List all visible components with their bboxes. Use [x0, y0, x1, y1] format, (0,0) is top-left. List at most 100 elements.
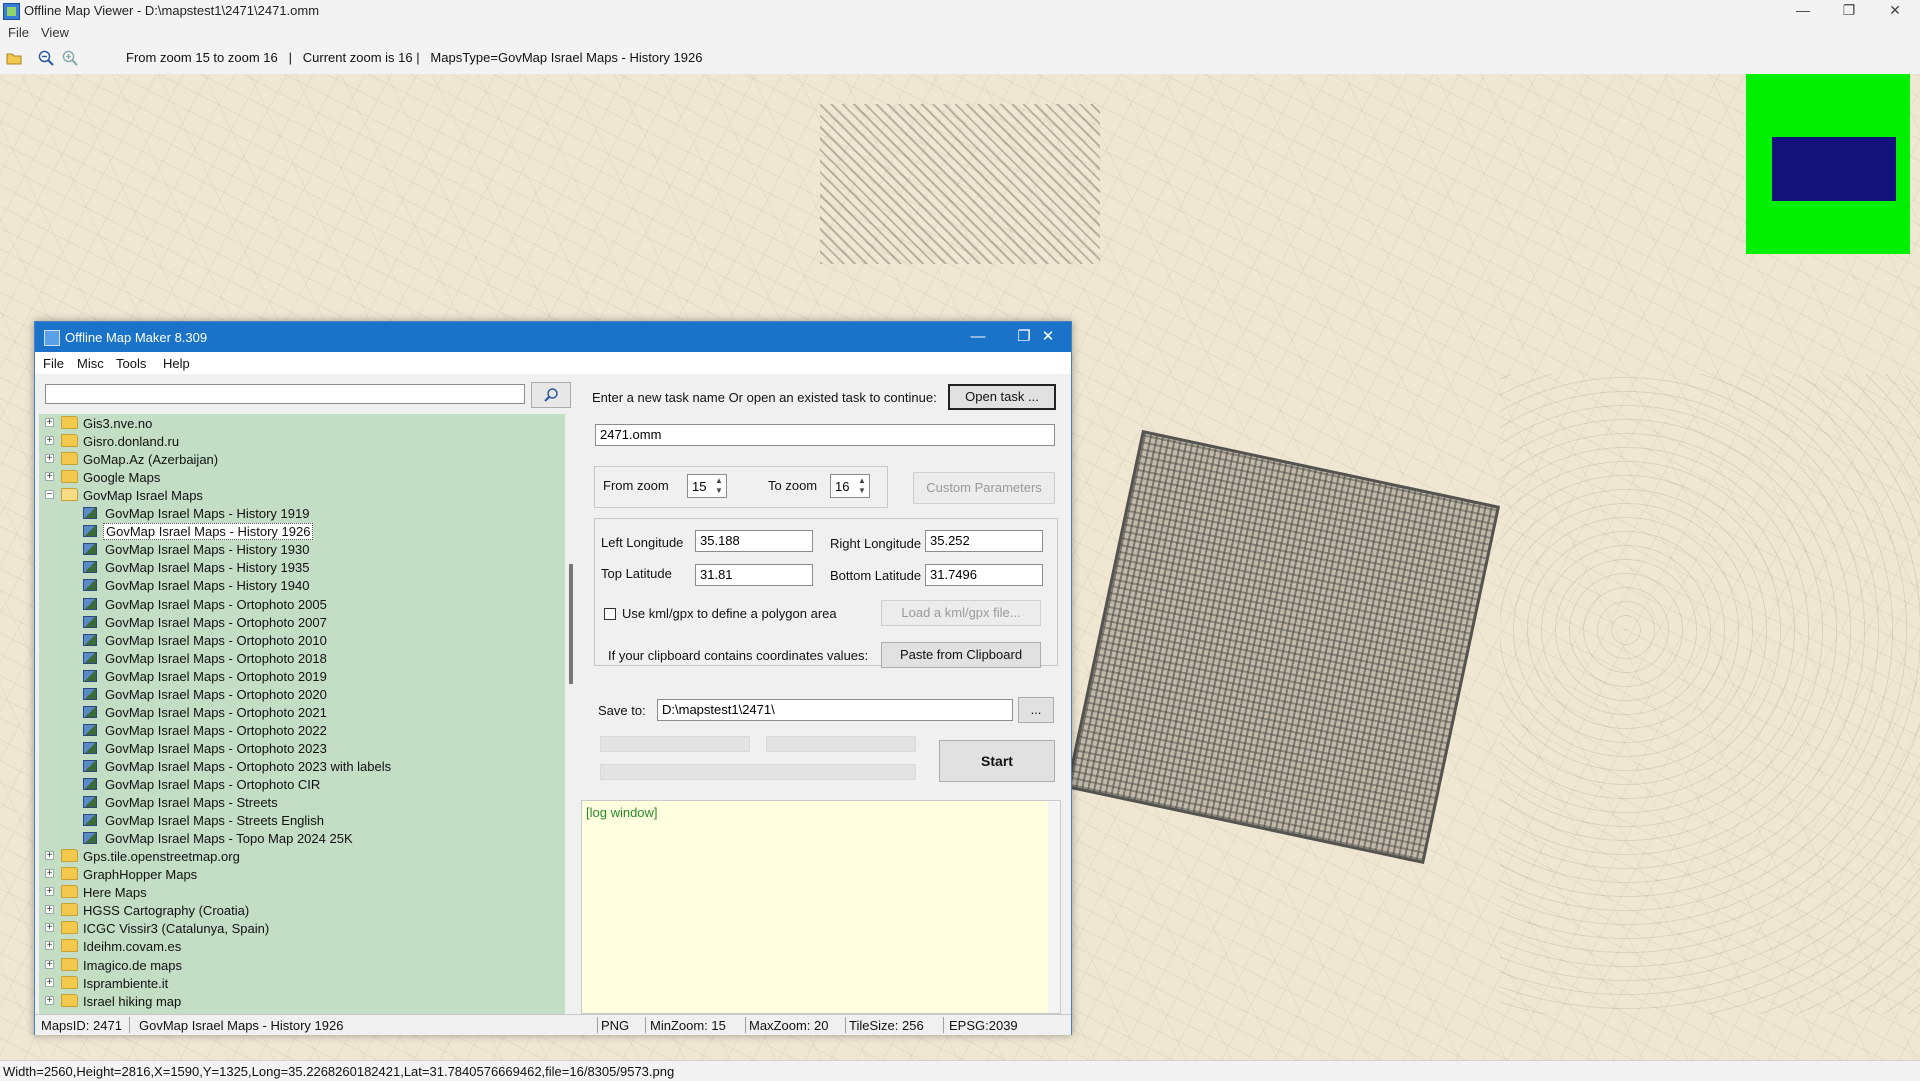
- tree-item[interactable]: GovMap Israel Maps - Ortophoto 2023 with…: [39, 757, 565, 775]
- expand-icon[interactable]: +: [45, 959, 54, 969]
- tree-item[interactable]: + Ideihm.covam.es: [39, 937, 565, 955]
- expand-icon[interactable]: +: [45, 923, 54, 933]
- from-zoom-stepper[interactable]: 15 ▲ ▼: [687, 474, 727, 498]
- tree-item[interactable]: + Gis3.nve.no: [39, 414, 565, 432]
- open-folder-icon[interactable]: [6, 50, 22, 66]
- tree-item[interactable]: + Imagico.de maps: [39, 956, 565, 974]
- menu-view[interactable]: View: [41, 25, 69, 40]
- expand-icon[interactable]: +: [45, 977, 54, 987]
- custom-parameters-button[interactable]: Custom Parameters: [913, 472, 1055, 504]
- dialog-menu-misc[interactable]: Misc: [77, 356, 104, 371]
- expand-icon[interactable]: +: [45, 436, 54, 446]
- tree-item[interactable]: GovMap Israel Maps - History 1940: [39, 576, 565, 594]
- expand-icon[interactable]: +: [45, 418, 54, 428]
- tree-item[interactable]: + Israel hiking map: [39, 992, 565, 1010]
- dialog-minimize-button[interactable]: —: [955, 322, 1001, 352]
- top-latitude-input[interactable]: 31.81: [695, 564, 813, 586]
- save-path-input[interactable]: D:\mapstest1\2471\: [657, 699, 1013, 721]
- from-zoom-down-icon[interactable]: ▼: [713, 486, 725, 496]
- minimap-viewport[interactable]: [1772, 137, 1896, 201]
- log-window[interactable]: [log window]: [581, 800, 1061, 1014]
- tree-item[interactable]: GovMap Israel Maps - History 1919: [39, 504, 565, 522]
- tree-item[interactable]: GovMap Israel Maps - Ortophoto 2007: [39, 613, 565, 631]
- start-button[interactable]: Start: [939, 740, 1055, 782]
- dialog-close-button[interactable]: ✕: [1025, 322, 1071, 352]
- map-east-hills: [1500, 374, 1920, 1014]
- expand-icon[interactable]: +: [45, 887, 54, 897]
- tree-item[interactable]: + GoMap.Az (Azerbaijan): [39, 450, 565, 468]
- expand-icon[interactable]: +: [45, 472, 54, 482]
- collapse-icon[interactable]: −: [45, 490, 54, 500]
- zoom-in-icon[interactable]: [62, 50, 78, 66]
- menu-file[interactable]: File: [8, 25, 29, 40]
- tree-item[interactable]: GovMap Israel Maps - Ortophoto 2023: [39, 739, 565, 757]
- to-zoom-down-icon[interactable]: ▼: [856, 486, 868, 496]
- tree-item[interactable]: + Gisro.donland.ru: [39, 432, 565, 450]
- tree-item[interactable]: GovMap Israel Maps - Ortophoto 2022: [39, 721, 565, 739]
- status-separator: [845, 1017, 846, 1033]
- bottom-latitude-input[interactable]: 31.7496: [925, 564, 1043, 586]
- left-longitude-input[interactable]: 35.188: [695, 530, 813, 552]
- progress-bar-2: [766, 736, 916, 752]
- tree-item[interactable]: + Google Maps: [39, 468, 565, 486]
- tree-item[interactable]: GovMap Israel Maps - Ortophoto 2018: [39, 649, 565, 667]
- tree-item[interactable]: GovMap Israel Maps - Ortophoto 2021: [39, 703, 565, 721]
- kml-polygon-checkbox[interactable]: [604, 608, 616, 620]
- tree-item[interactable]: GovMap Israel Maps - Ortophoto 2019: [39, 667, 565, 685]
- tree-item[interactable]: + ICGC Vissir3 (Catalunya, Spain): [39, 919, 565, 937]
- expand-icon[interactable]: +: [45, 905, 54, 915]
- maximize-button[interactable]: ❐: [1826, 0, 1872, 22]
- to-zoom-stepper[interactable]: 16 ▲ ▼: [830, 474, 870, 498]
- expand-icon[interactable]: +: [45, 454, 54, 464]
- zoom-out-icon[interactable]: [38, 50, 54, 66]
- dialog-menu-help[interactable]: Help: [163, 356, 190, 371]
- expand-icon[interactable]: +: [45, 851, 54, 861]
- tree-item-label: GovMap Israel Maps - History 1930: [105, 542, 310, 558]
- tree-item[interactable]: GovMap Israel Maps - Ortophoto CIR: [39, 775, 565, 793]
- tree-item[interactable]: GovMap Israel Maps - Streets English: [39, 811, 565, 829]
- map-source-tree[interactable]: + Gis3.nve.no + Gisro.donland.ru + GoMap.Az (…: [39, 414, 565, 1014]
- dialog-menu-tools[interactable]: Tools: [116, 356, 146, 371]
- tree-item[interactable]: GovMap Israel Maps - History 1935: [39, 558, 565, 576]
- tree-item[interactable]: GovMap Israel Maps - History 1930: [39, 540, 565, 558]
- tree-item-label: GovMap Israel Maps - Ortophoto 2023: [105, 740, 327, 756]
- minimap[interactable]: [1746, 74, 1910, 254]
- minimize-button[interactable]: —: [1780, 0, 1826, 22]
- tree-item[interactable]: GovMap Israel Maps - Ortophoto 2020: [39, 685, 565, 703]
- tree-item[interactable]: GovMap Israel Maps - Ortophoto 2010: [39, 631, 565, 649]
- tree-item[interactable]: − GovMap Israel Maps: [39, 486, 565, 504]
- tree-item-label: ICGC Vissir3 (Catalunya, Spain): [83, 921, 270, 937]
- paste-clipboard-button[interactable]: Paste from Clipboard: [881, 642, 1041, 668]
- expand-icon[interactable]: +: [45, 995, 54, 1005]
- tree-item[interactable]: GovMap Israel Maps - Topo Map 2024 25K: [39, 829, 565, 847]
- search-icon: [544, 388, 558, 402]
- tree-item[interactable]: GovMap Israel Maps - History 1926: [39, 522, 565, 541]
- tree-item-label: Isprambiente.it: [83, 975, 169, 991]
- log-scrollbar[interactable]: [1048, 801, 1060, 1013]
- folder-icon: [61, 434, 78, 448]
- tree-scroll-thumb[interactable]: [569, 564, 573, 684]
- tree-item[interactable]: GovMap Israel Maps - Ortophoto 2005: [39, 595, 565, 613]
- search-button[interactable]: [531, 382, 571, 408]
- tree-item[interactable]: + GraphHopper Maps: [39, 865, 565, 883]
- map-search-input[interactable]: [45, 384, 525, 404]
- expand-icon[interactable]: +: [45, 869, 54, 879]
- tree-scrollbar[interactable]: [567, 414, 575, 1014]
- load-kml-button[interactable]: Load a kml/gpx file...: [881, 600, 1041, 626]
- tree-item[interactable]: + Gps.tile.openstreetmap.org: [39, 847, 565, 865]
- to-zoom-up-icon[interactable]: ▲: [856, 476, 868, 486]
- right-longitude-input[interactable]: 35.252: [925, 530, 1043, 552]
- from-zoom-up-icon[interactable]: ▲: [713, 476, 725, 486]
- expand-icon[interactable]: +: [45, 941, 54, 951]
- tree-item[interactable]: + Here Maps: [39, 883, 565, 901]
- open-task-button[interactable]: Open task ...: [948, 384, 1056, 410]
- tree-item[interactable]: + Isprambiente.it: [39, 974, 565, 992]
- tree-item[interactable]: GovMap Israel Maps - Streets: [39, 793, 565, 811]
- browse-button[interactable]: ...: [1018, 697, 1054, 723]
- tree-item-label: GovMap Israel Maps - Ortophoto 2005: [105, 596, 327, 612]
- tree-item[interactable]: + HGSS Cartography (Croatia): [39, 901, 565, 919]
- task-name-input[interactable]: 2471.omm: [595, 424, 1055, 446]
- dialog-menu-file[interactable]: File: [43, 356, 64, 371]
- close-button[interactable]: ✕: [1872, 0, 1918, 22]
- folder-icon: [61, 921, 78, 935]
